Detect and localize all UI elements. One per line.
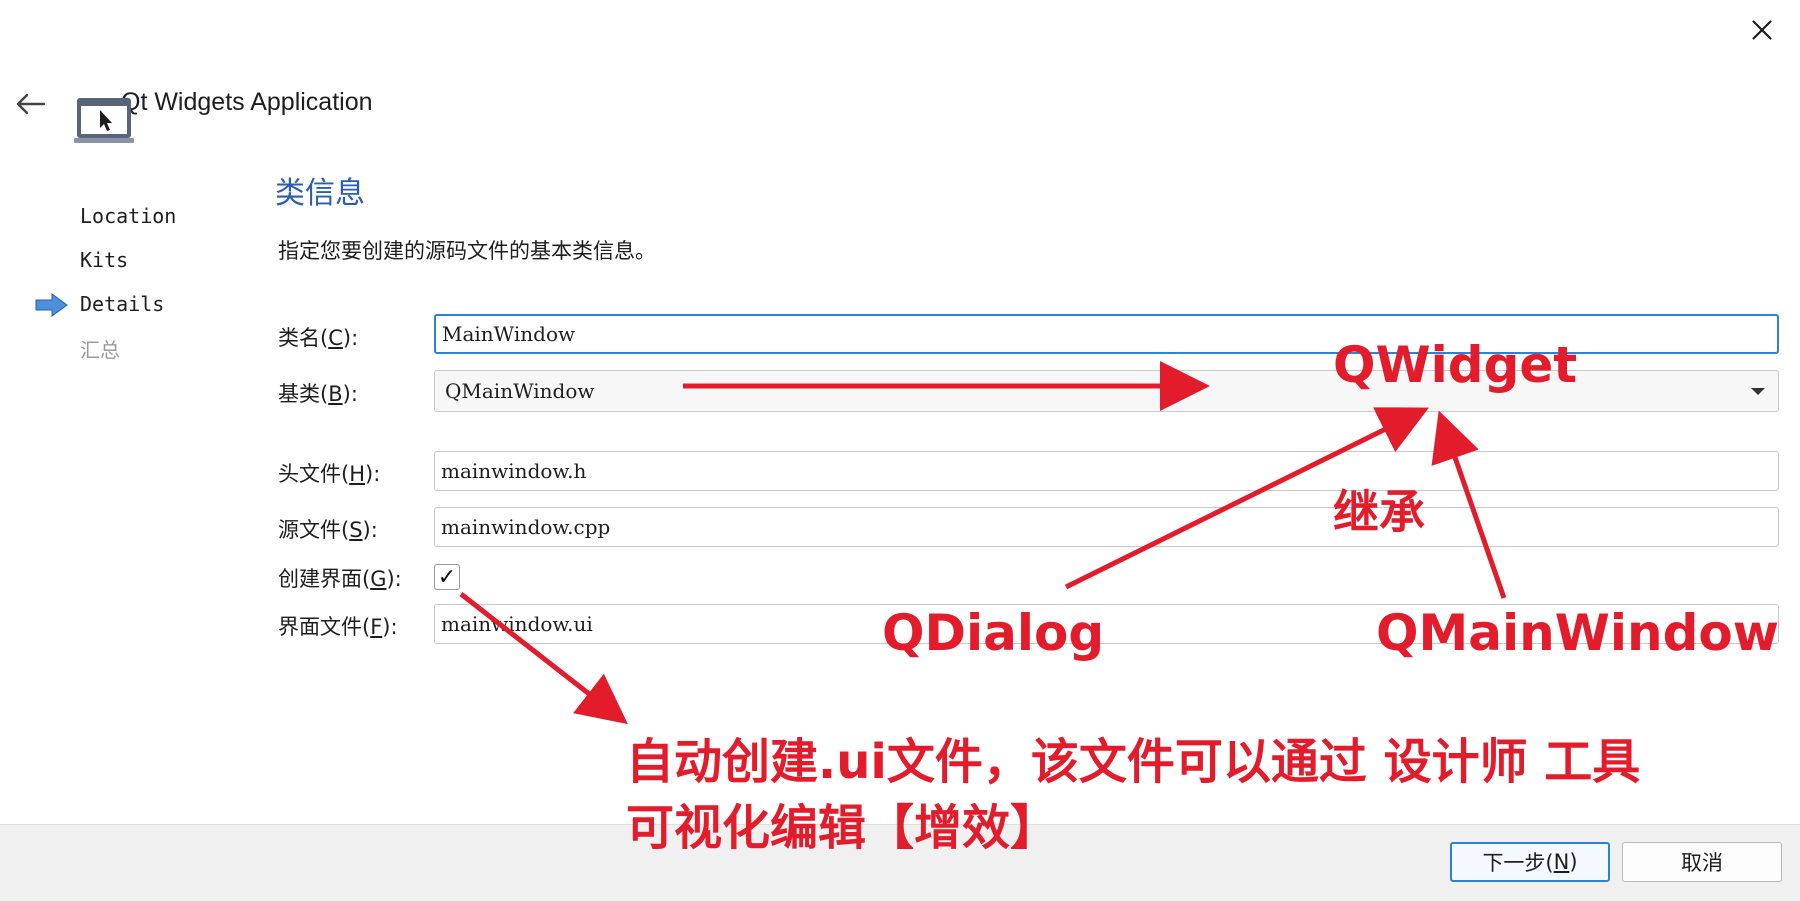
header-file-label: 头文件(H): [278, 462, 381, 486]
annotation-qdialog: QDialog [882, 604, 1105, 662]
annotation-qwidget: QWidget [1333, 336, 1578, 394]
page-description: 指定您要创建的源码文件的基本类信息。 [278, 239, 656, 263]
sidebar-item-summary: 汇总 [80, 338, 120, 362]
qt-application-icon [74, 96, 138, 146]
current-step-arrow-icon [34, 292, 70, 318]
close-button[interactable] [1740, 8, 1784, 52]
checkmark-icon: ✓ [437, 564, 457, 590]
base-class-dropdown[interactable]: QMainWindow [434, 370, 1779, 412]
cancel-button[interactable]: 取消 [1622, 842, 1782, 882]
annotation-inherit: 继承 [1333, 485, 1425, 539]
wizard-title: Qt Widgets Application [121, 88, 373, 116]
back-button[interactable] [10, 84, 50, 124]
annotation-note-line1: 自动创建.ui文件，该文件可以通过 设计师 工具 [626, 734, 1641, 790]
chevron-down-icon [1751, 388, 1765, 395]
sidebar-item-location[interactable]: Location [80, 204, 176, 228]
class-name-input[interactable] [434, 314, 1779, 354]
class-name-label: 类名(C): [278, 326, 359, 350]
create-form-checkbox[interactable]: ✓ [434, 564, 460, 590]
annotation-note-line2: 可视化编辑【增效】 [626, 800, 1059, 856]
base-class-value: QMainWindow [445, 379, 595, 403]
create-form-label: 创建界面(G): [278, 567, 402, 591]
page-title: 类信息 [275, 176, 365, 211]
back-arrow-icon [16, 93, 46, 115]
sidebar-item-details[interactable]: Details [80, 292, 164, 316]
form-file-label: 界面文件(F): [278, 615, 398, 639]
header-file-input[interactable] [434, 451, 1779, 491]
sidebar-item-kits[interactable]: Kits [80, 248, 128, 272]
source-file-input[interactable] [434, 507, 1779, 547]
next-button[interactable]: 下一步(N) [1450, 842, 1610, 882]
annotation-qmainwindow: QMainWindow [1376, 604, 1779, 662]
close-icon [1752, 20, 1772, 40]
source-file-label: 源文件(S): [278, 518, 378, 542]
base-class-label: 基类(B): [278, 382, 358, 406]
